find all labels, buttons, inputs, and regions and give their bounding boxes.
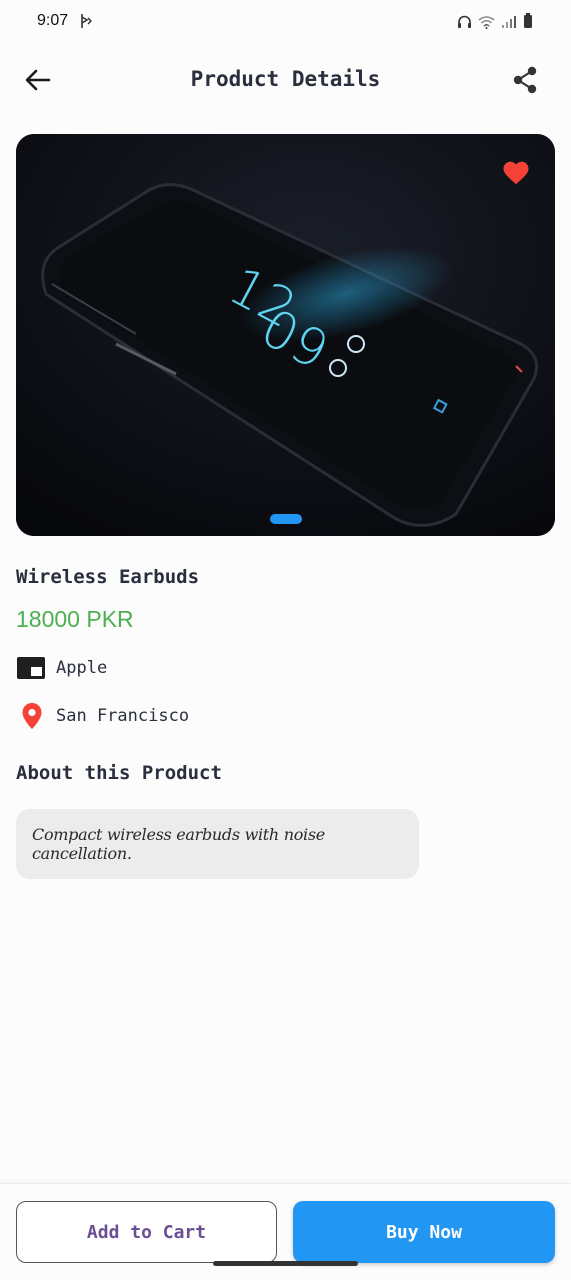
product-name: Wireless Earbuds bbox=[16, 566, 200, 588]
carousel-dot-active[interactable] bbox=[269, 514, 302, 524]
page-title: Product Details bbox=[190, 67, 381, 91]
headphones-icon bbox=[457, 14, 472, 33]
location-pin-icon bbox=[16, 702, 48, 730]
app-bar: Product Details bbox=[0, 52, 571, 110]
product-photo: 12 09 bbox=[16, 134, 555, 536]
product-price: 18000 PKR bbox=[16, 606, 134, 632]
buy-now-button[interactable]: Buy Now bbox=[293, 1201, 555, 1263]
location-name: San Francisco bbox=[56, 706, 190, 726]
wifi-icon bbox=[478, 14, 495, 33]
add-to-cart-button[interactable]: Add to Cart bbox=[16, 1201, 277, 1263]
heart-icon bbox=[503, 161, 529, 185]
location-row: San Francisco bbox=[16, 702, 189, 730]
status-icons bbox=[457, 13, 533, 33]
status-bar: 9:07 bbox=[0, 0, 571, 44]
product-description: Compact wireless earbuds with noise canc… bbox=[32, 825, 325, 863]
product-image-carousel[interactable]: 12 09 bbox=[16, 134, 555, 536]
description-box: Compact wireless earbuds with noise canc… bbox=[16, 809, 419, 879]
about-heading: About this Product bbox=[16, 762, 222, 784]
notification-icon bbox=[80, 13, 93, 33]
favorite-button[interactable] bbox=[501, 158, 531, 188]
home-indicator[interactable] bbox=[213, 1261, 358, 1266]
brand-row: Apple bbox=[16, 654, 107, 682]
share-icon bbox=[513, 66, 537, 94]
status-time: 9:07 bbox=[37, 12, 69, 29]
carousel-indicator bbox=[16, 514, 555, 524]
battery-icon bbox=[523, 13, 533, 33]
share-button[interactable] bbox=[509, 64, 541, 96]
brand-name: Apple bbox=[56, 658, 108, 678]
signal-icon bbox=[501, 14, 517, 33]
brand-icon bbox=[16, 654, 48, 682]
